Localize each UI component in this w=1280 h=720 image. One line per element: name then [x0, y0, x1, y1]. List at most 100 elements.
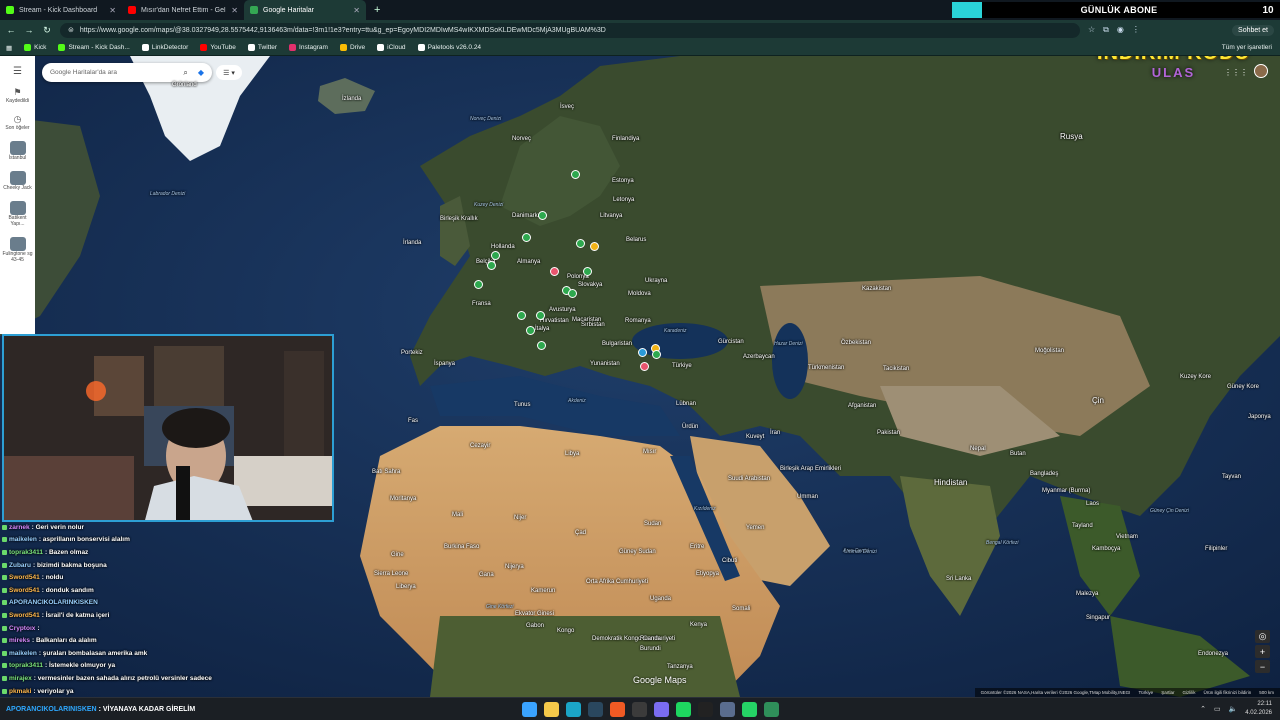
- map-pin[interactable]: [491, 251, 500, 260]
- map-pin[interactable]: [526, 326, 535, 335]
- extensions-icon[interactable]: ⧉: [1103, 25, 1109, 35]
- footer-link[interactable]: Türkiye: [1138, 690, 1153, 695]
- my-location-icon[interactable]: ◎: [1255, 630, 1270, 643]
- reload-icon[interactable]: ↻: [42, 25, 52, 36]
- file-explorer-icon[interactable]: [544, 702, 559, 717]
- menu-icon[interactable]: ☰: [13, 66, 22, 77]
- bookmark-twitter[interactable]: Twitter: [247, 44, 277, 51]
- map-label: Burkina Faso: [444, 544, 480, 550]
- map-label: Tayland: [1072, 523, 1093, 529]
- map-pin[interactable]: [568, 289, 577, 298]
- map-pin[interactable]: [474, 280, 483, 289]
- chat-message: maikelen: şuraları bombalasan amerika am…: [2, 647, 312, 660]
- close-icon[interactable]: ✕: [109, 6, 116, 15]
- sidebar-item-saved[interactable]: ⚑ Kaydedildi: [2, 87, 34, 104]
- map-pin[interactable]: [638, 348, 647, 357]
- bookmark-icloud[interactable]: iCloud: [377, 44, 406, 51]
- chevron-up-icon[interactable]: ⌃: [1200, 705, 1206, 713]
- apps-icon[interactable]: ▦: [6, 44, 12, 52]
- bookmark-stream-dashboard[interactable]: Stream - Kick Dash...: [58, 44, 130, 51]
- footer-link[interactable]: Gizlilik: [1182, 690, 1195, 695]
- menu-icon[interactable]: ⋮: [1132, 25, 1140, 35]
- map-pin[interactable]: [550, 267, 559, 276]
- chat-username: Sword541: [9, 586, 40, 594]
- directions-icon[interactable]: ◆: [198, 68, 204, 78]
- footer-link[interactable]: Ürün ilgili fikrinizi bildirin: [1203, 690, 1251, 695]
- map-label: Tayvan: [1222, 474, 1242, 480]
- map-pin[interactable]: [538, 211, 547, 220]
- bookmark-instagram[interactable]: Instagram: [289, 44, 328, 51]
- bookmark-youtube[interactable]: YouTube: [200, 44, 236, 51]
- tab-youtube-video[interactable]: Mısır'dan Nefret Ettim - Gelmedeı ✕: [122, 0, 244, 20]
- volume-icon[interactable]: 🔈: [1229, 705, 1238, 713]
- google-apps-icon[interactable]: ⋮⋮⋮: [1224, 68, 1248, 77]
- sidebar-item-fulingtone[interactable]: Fulingtone sg 43-45: [2, 237, 34, 263]
- layers-filter-button[interactable]: ☰ ▾: [216, 65, 242, 80]
- spotify-icon[interactable]: [676, 702, 691, 717]
- account-avatar[interactable]: [1254, 64, 1268, 78]
- scale-bar[interactable]: 500 km: [1259, 690, 1274, 695]
- terminal-icon[interactable]: [698, 702, 713, 717]
- bookmark-paletools[interactable]: Paletools v26.0.24: [417, 44, 481, 51]
- tab-google-maps[interactable]: Google Haritalar ✕: [244, 0, 366, 20]
- map-label: Fas: [408, 418, 419, 424]
- vpn-icon[interactable]: [720, 702, 735, 717]
- new-tab-button[interactable]: +: [366, 4, 388, 16]
- map-pin[interactable]: [517, 311, 526, 320]
- brave-icon[interactable]: [610, 702, 625, 717]
- close-icon[interactable]: ✕: [353, 6, 360, 15]
- sidebar-item-cheeky-jack[interactable]: Cheeky Jack: [2, 171, 34, 191]
- edge-icon[interactable]: [566, 702, 581, 717]
- search-icon[interactable]: ⌕: [183, 68, 187, 78]
- sidebar-item-recent[interactable]: ◷ Son öğeler: [2, 114, 34, 131]
- map-label: Sri Lanka: [946, 576, 972, 582]
- zoom-out-button[interactable]: −: [1255, 660, 1270, 673]
- obs-icon[interactable]: [632, 702, 647, 717]
- chat-username: Cryptoıx: [9, 624, 36, 632]
- map-pin[interactable]: [571, 170, 580, 179]
- network-icon[interactable]: ▭: [1214, 705, 1221, 713]
- chrome-icon[interactable]: [764, 702, 779, 717]
- profile-icon[interactable]: ◉: [1117, 25, 1124, 35]
- map-label: Sudan: [644, 521, 662, 527]
- bookmark-drive[interactable]: Drive: [339, 44, 365, 51]
- forward-icon[interactable]: →: [24, 25, 34, 35]
- discord-icon[interactable]: [654, 702, 669, 717]
- sidebar-item-batikent[interactable]: Batikent Yapı...: [2, 201, 34, 227]
- map-pin[interactable]: [640, 362, 649, 371]
- chat-message: Sword541: İsrail'i de katma içeri: [2, 609, 312, 622]
- all-bookmarks[interactable]: Tüm yer işaretleri: [1222, 44, 1280, 51]
- map-label: Moritanya: [390, 496, 417, 502]
- maps-search-input[interactable]: Google Haritalar'da ara: [50, 69, 117, 76]
- windows-start-icon[interactable]: [522, 702, 537, 717]
- zoom-in-button[interactable]: +: [1255, 645, 1270, 658]
- map-pin[interactable]: [487, 261, 496, 270]
- map-label: Türkmenistan: [808, 365, 845, 371]
- map-pin[interactable]: [522, 233, 531, 242]
- sidebar-item-istanbul[interactable]: İstanbul: [2, 141, 34, 161]
- maps-search-box[interactable]: Google Haritalar'da ara ⌕ ◆: [42, 63, 212, 82]
- back-icon[interactable]: ←: [6, 25, 16, 35]
- map-pin[interactable]: [652, 350, 661, 359]
- chat-message: mirajex: vermesinler bazen sahada alırız…: [2, 672, 312, 685]
- chat-username: APORANCIKOLARINISKEN: [6, 705, 97, 713]
- site-info-icon[interactable]: ⊜: [68, 26, 74, 34]
- map-label: İzlanda: [342, 96, 362, 102]
- map-pin[interactable]: [536, 311, 545, 320]
- map-label: Estonya: [612, 178, 634, 184]
- map-pin[interactable]: [583, 267, 592, 276]
- steam-icon[interactable]: [588, 702, 603, 717]
- bookmark-linkdetector[interactable]: LinkDetector: [141, 44, 188, 51]
- url-input[interactable]: ⊜ https://www.google.com/maps/@38.032794…: [60, 22, 1080, 38]
- footer-link[interactable]: Şartlar: [1161, 690, 1174, 695]
- tab-kick-dashboard[interactable]: Stream - Kick Dashboard ✕: [0, 0, 122, 20]
- clock[interactable]: 22:11 4.02.2026: [1245, 700, 1272, 718]
- bookmark-kick[interactable]: Kick: [24, 44, 46, 51]
- map-pin[interactable]: [590, 242, 599, 251]
- star-icon[interactable]: ☆: [1088, 25, 1095, 35]
- chat-button[interactable]: Sohbet et: [1232, 24, 1274, 36]
- map-pin[interactable]: [537, 341, 546, 350]
- whatsapp-icon[interactable]: [742, 702, 757, 717]
- map-pin[interactable]: [576, 239, 585, 248]
- close-icon[interactable]: ✕: [231, 6, 238, 15]
